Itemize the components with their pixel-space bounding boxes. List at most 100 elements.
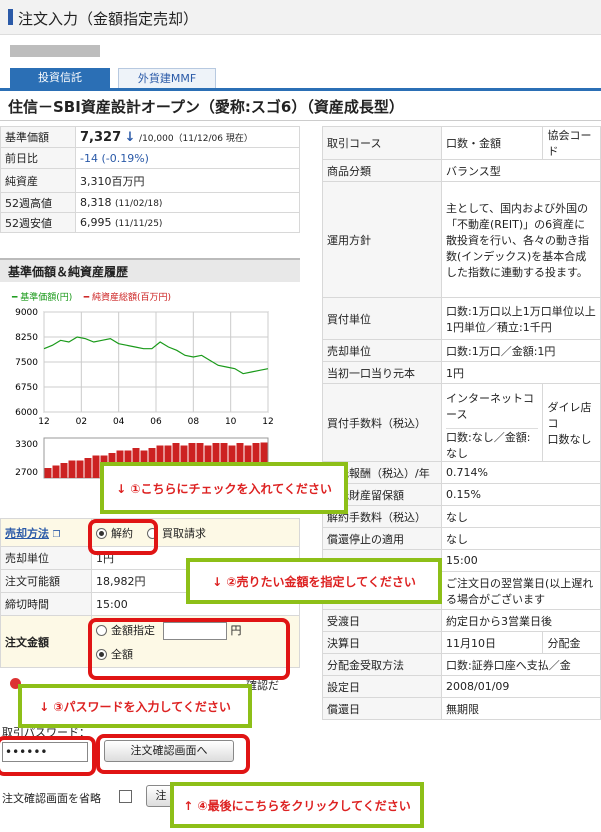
assets-label: 純資産 [0, 168, 76, 193]
radio-buyback-label: 買取請求 [162, 526, 206, 540]
y-tick-label: 9000 [15, 308, 38, 318]
high-date: (11/02/18) [115, 199, 163, 209]
callout-step2: ↓ ②売りたい金額を指定してください [186, 558, 442, 604]
detail-label: 買付手数料（税込） [322, 383, 442, 462]
detail-value: ご注文日の翌営業日(以上遅れる場合がございます [441, 571, 601, 610]
detail-value: 2008/01/09 [441, 675, 601, 698]
detail-label: 売却単位 [322, 339, 442, 362]
change-label: 前日比 [0, 147, 76, 169]
detail-row: 買付手数料（税込） インターネットコース 口数:なし／金額:なし ダイレ店コ口数なし [322, 383, 601, 462]
x-tick-label: 12 [262, 417, 273, 427]
callout-step1: ↓ ①こちらにチェックを入れてください [100, 462, 348, 514]
detail-row: 分配金受取方法 口数:証券口座へ支払／金 [322, 653, 601, 676]
detail-label: 設定日 [322, 675, 442, 698]
callout-step3: ↓ ③パスワードを入力してください [18, 684, 252, 728]
available-label: 注文可能額 [0, 569, 92, 593]
skip-confirm-checkbox[interactable] [119, 790, 132, 803]
asset-bar [76, 460, 84, 478]
change-value: -14 (-0.19%) [75, 147, 300, 169]
cutoff-label: 締切時間 [0, 592, 92, 616]
detail-row: 当初一口当り元本 1円 [322, 361, 601, 384]
x-tick-label: 12 [38, 417, 49, 427]
detail-label: 決算日 [322, 631, 442, 654]
page-title: 注文入力（金額指定売却） [18, 10, 199, 28]
asset-bar [60, 463, 68, 478]
fund-detail-table: 取引コース 口数・金額 協会コード 商品分類 バランス型 運用方針 主として、国内および外国… [322, 126, 601, 720]
high-cell: 8,318 (11/02/18) [75, 192, 300, 213]
nav-cell: 7,327 ↓ /10,000（11/12/06 現在） [75, 126, 300, 148]
detail-row: 運用方針 主として、国内および外国の「不動産(REIT)」の6資産に散投資を行い、… [322, 181, 601, 298]
method-label-cell: 売却方法 ❐ [0, 518, 92, 547]
nav-value: 7,327 [80, 129, 122, 145]
detail-value: 1円 [441, 361, 601, 384]
detail-value: インターネットコース 口数:なし／金額:なし [440, 383, 544, 462]
y-tick-label: 7500 [15, 358, 38, 368]
skip-confirm-label: 注文確認画面を省略 [2, 792, 101, 805]
detail-value-head: インターネットコース [446, 384, 539, 429]
detail-value: 0.15% [441, 483, 601, 506]
asset-bar [52, 465, 60, 478]
chart-heading-bar: 基準価額＆純資産履歴 [0, 258, 300, 282]
detail-row: 解約手数料（税込） なし [322, 505, 601, 528]
detail-value: 11月10日 [440, 631, 544, 654]
tab-foreign-mmf[interactable]: 外貨建MMF [118, 68, 216, 89]
assets-value: 3,310百万円 [75, 168, 300, 193]
detail-value: なし [441, 505, 601, 528]
detail-row: 取引コース 口数・金額 協会コード [322, 126, 601, 160]
low-label: 52週安値 [0, 212, 76, 233]
high-value: 8,318 [80, 196, 112, 209]
title-bar: 注文入力（金額指定売却） [0, 0, 601, 35]
detail-label: 受渡日 [322, 609, 442, 632]
detail-value: 無期限 [441, 697, 601, 720]
y-tick-label: 6750 [15, 383, 38, 393]
y-tick-label: 6000 [15, 408, 38, 418]
low-value: 6,995 [80, 216, 112, 229]
high-label: 52週高値 [0, 192, 76, 213]
detail-extra: ダイレ店コ 口数なし [542, 383, 601, 462]
detail-label: 償還日 [322, 697, 442, 720]
tab-investment-trust[interactable]: 投資信託 [10, 68, 110, 88]
nav-detail: /10,000（11/12/06 現在） [139, 133, 253, 144]
down-arrow-icon: ↓ [124, 129, 136, 145]
detail-label: 運用方針 [322, 181, 442, 298]
x-tick-label: 02 [76, 417, 87, 427]
x-tick-label: 06 [150, 417, 162, 427]
detail-row: 償還日 無期限 [322, 697, 601, 720]
callout-step4: ↑ ④最後にこちらをクリックしてください [170, 782, 424, 828]
fund-name: 住信－SBI資産設計オープン（愛称:スゴ6）（資産成長型） [8, 98, 404, 116]
detail-row: 決算日 11月10日 分配金 [322, 631, 601, 654]
fund-info-table: 基準価額 7,327 ↓ /10,000（11/12/06 現在） 前日比 -1… [0, 126, 300, 233]
detail-row: 買付単位 口数:1万口以上1万口単位以上1円単位／積立:1千円 [322, 297, 601, 340]
method-label[interactable]: 売却方法 [5, 527, 49, 540]
detail-value: 口数:1万口／金額:1円 [441, 339, 601, 362]
bar-y-tick: 2700 [15, 468, 38, 478]
detail-label: 商品分類 [322, 159, 442, 182]
detail-extra-sub: 口数なし [547, 432, 592, 446]
detail-label: 買付単位 [322, 297, 442, 340]
detail-label: 分配金受取方法 [322, 653, 442, 676]
detail-value: 口数・金額 [440, 126, 544, 160]
detail-value: 0.714% [441, 461, 601, 484]
unit-label: 売却単位 [0, 546, 92, 570]
detail-label: 当初一口当り元本 [322, 361, 442, 384]
detail-value-sub: 口数:なし／金額:なし [446, 431, 531, 460]
title-mark-icon [8, 9, 13, 25]
detail-label: 取引コース [322, 126, 442, 160]
redacted-block [10, 45, 100, 57]
tab-divider [0, 88, 601, 91]
x-tick-label: 08 [188, 417, 200, 427]
detail-value: 約定日から3営業日後 [441, 609, 601, 632]
highlight-cancel-radio [88, 519, 158, 555]
popup-icon[interactable]: ❐ [53, 530, 61, 540]
asset-bar [84, 458, 92, 478]
x-tick-label: 10 [225, 417, 237, 427]
detail-row: 受渡日 約定日から3営業日後 [322, 609, 601, 632]
y-tick-label: 8250 [15, 333, 38, 343]
detail-row: 信託報酬（税込）/年 0.714% [322, 461, 601, 484]
detail-extra-head: ダイレ店コ [547, 400, 592, 430]
amount-label: 注文金額 [0, 615, 92, 668]
fund-divider [0, 120, 601, 121]
chart-heading: 基準価額＆純資産履歴 [8, 265, 129, 279]
detail-value: なし [441, 527, 601, 550]
detail-value: 口数:1万口以上1万口単位以上1円単位／積立:1千円 [441, 297, 601, 340]
